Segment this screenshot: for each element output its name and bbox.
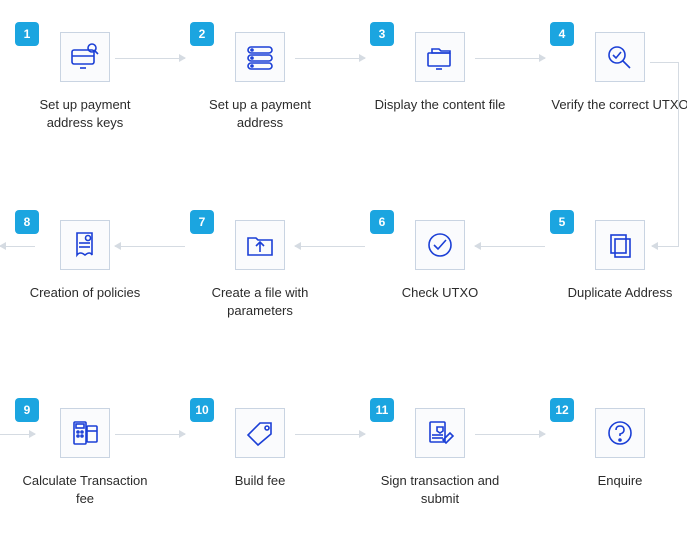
flow-arrow — [475, 246, 545, 247]
step-10: 10 Build fee — [190, 398, 330, 490]
step-number: 12 — [555, 403, 568, 417]
flow-arrow — [678, 62, 679, 246]
step-number-badge: 10 — [190, 398, 214, 422]
step-label: Duplicate Address — [550, 284, 687, 302]
step-label: Set up payment address keys — [15, 96, 155, 131]
step-label: Build fee — [190, 472, 330, 490]
step-number: 9 — [24, 403, 31, 417]
step-number-badge: 5 — [550, 210, 574, 234]
step-number: 7 — [199, 215, 206, 229]
price-tag-icon — [235, 408, 285, 458]
magnifier-check-icon — [595, 32, 645, 82]
sign-doc-icon — [415, 408, 465, 458]
step-number-badge: 6 — [370, 210, 394, 234]
step-number-badge: 7 — [190, 210, 214, 234]
step-label: Verify the correct UTXO — [550, 96, 687, 114]
flow-arrow — [0, 434, 35, 435]
circle-check-icon — [415, 220, 465, 270]
step-number: 5 — [559, 215, 566, 229]
step-number: 11 — [376, 403, 389, 417]
step-number-badge: 3 — [370, 22, 394, 46]
step-12: 12 Enquire — [550, 398, 687, 490]
step-number-badge: 2 — [190, 22, 214, 46]
step-number: 6 — [379, 215, 386, 229]
step-number: 3 — [379, 27, 386, 41]
step-number: 2 — [199, 27, 206, 41]
step-label: Enquire — [550, 472, 687, 490]
step-label: Calculate Transaction fee — [15, 472, 155, 507]
folder-screen-icon — [415, 32, 465, 82]
step-number-badge: 1 — [15, 22, 39, 46]
step-8: 8 Creation of policies — [15, 210, 155, 302]
step-number-badge: 11 — [370, 398, 394, 422]
policy-doc-icon — [60, 220, 110, 270]
flow-arrow — [475, 58, 545, 59]
flow-arrow — [115, 246, 185, 247]
flow-arrow — [475, 434, 545, 435]
step-number: 4 — [559, 27, 566, 41]
step-number-badge: 8 — [15, 210, 39, 234]
step-5: 5 Duplicate Address — [550, 210, 687, 302]
step-1: 1 Set up payment address keys — [15, 22, 155, 131]
step-number: 1 — [24, 27, 31, 41]
step-7: 7 Create a file with parameters — [190, 210, 330, 319]
step-number: 8 — [24, 215, 31, 229]
question-icon — [595, 408, 645, 458]
flow-arrow — [652, 246, 679, 247]
address-lines-icon — [235, 32, 285, 82]
step-number-badge: 9 — [15, 398, 39, 422]
step-label: Sign transaction and submit — [370, 472, 510, 507]
step-label: Create a file with parameters — [190, 284, 330, 319]
flow-arrow — [295, 246, 365, 247]
step-number-badge: 12 — [550, 398, 574, 422]
flow-arrow — [0, 246, 35, 247]
step-number-badge: 4 — [550, 22, 574, 46]
step-11: 11 Sign transaction and submit — [370, 398, 510, 507]
step-6: 6 Check UTXO — [370, 210, 510, 302]
flow-arrow — [650, 62, 678, 63]
flow-arrow — [295, 58, 365, 59]
flow-arrow — [115, 58, 185, 59]
flow-arrow — [115, 434, 185, 435]
step-2: 2 Set up a payment address — [190, 22, 330, 131]
duplicate-icon — [595, 220, 645, 270]
step-label: Creation of policies — [15, 284, 155, 302]
step-number: 10 — [195, 403, 208, 417]
step-label: Check UTXO — [370, 284, 510, 302]
step-label: Set up a payment address — [190, 96, 330, 131]
step-3: 3 Display the content file — [370, 22, 510, 114]
step-9: 9 Calculate Transaction fee — [15, 398, 155, 507]
step-4: 4 Verify the correct UTXO — [550, 22, 687, 114]
folder-up-icon — [235, 220, 285, 270]
key-card-icon — [60, 32, 110, 82]
calculator-icon — [60, 408, 110, 458]
flow-arrow — [295, 434, 365, 435]
step-label: Display the content file — [370, 96, 510, 114]
